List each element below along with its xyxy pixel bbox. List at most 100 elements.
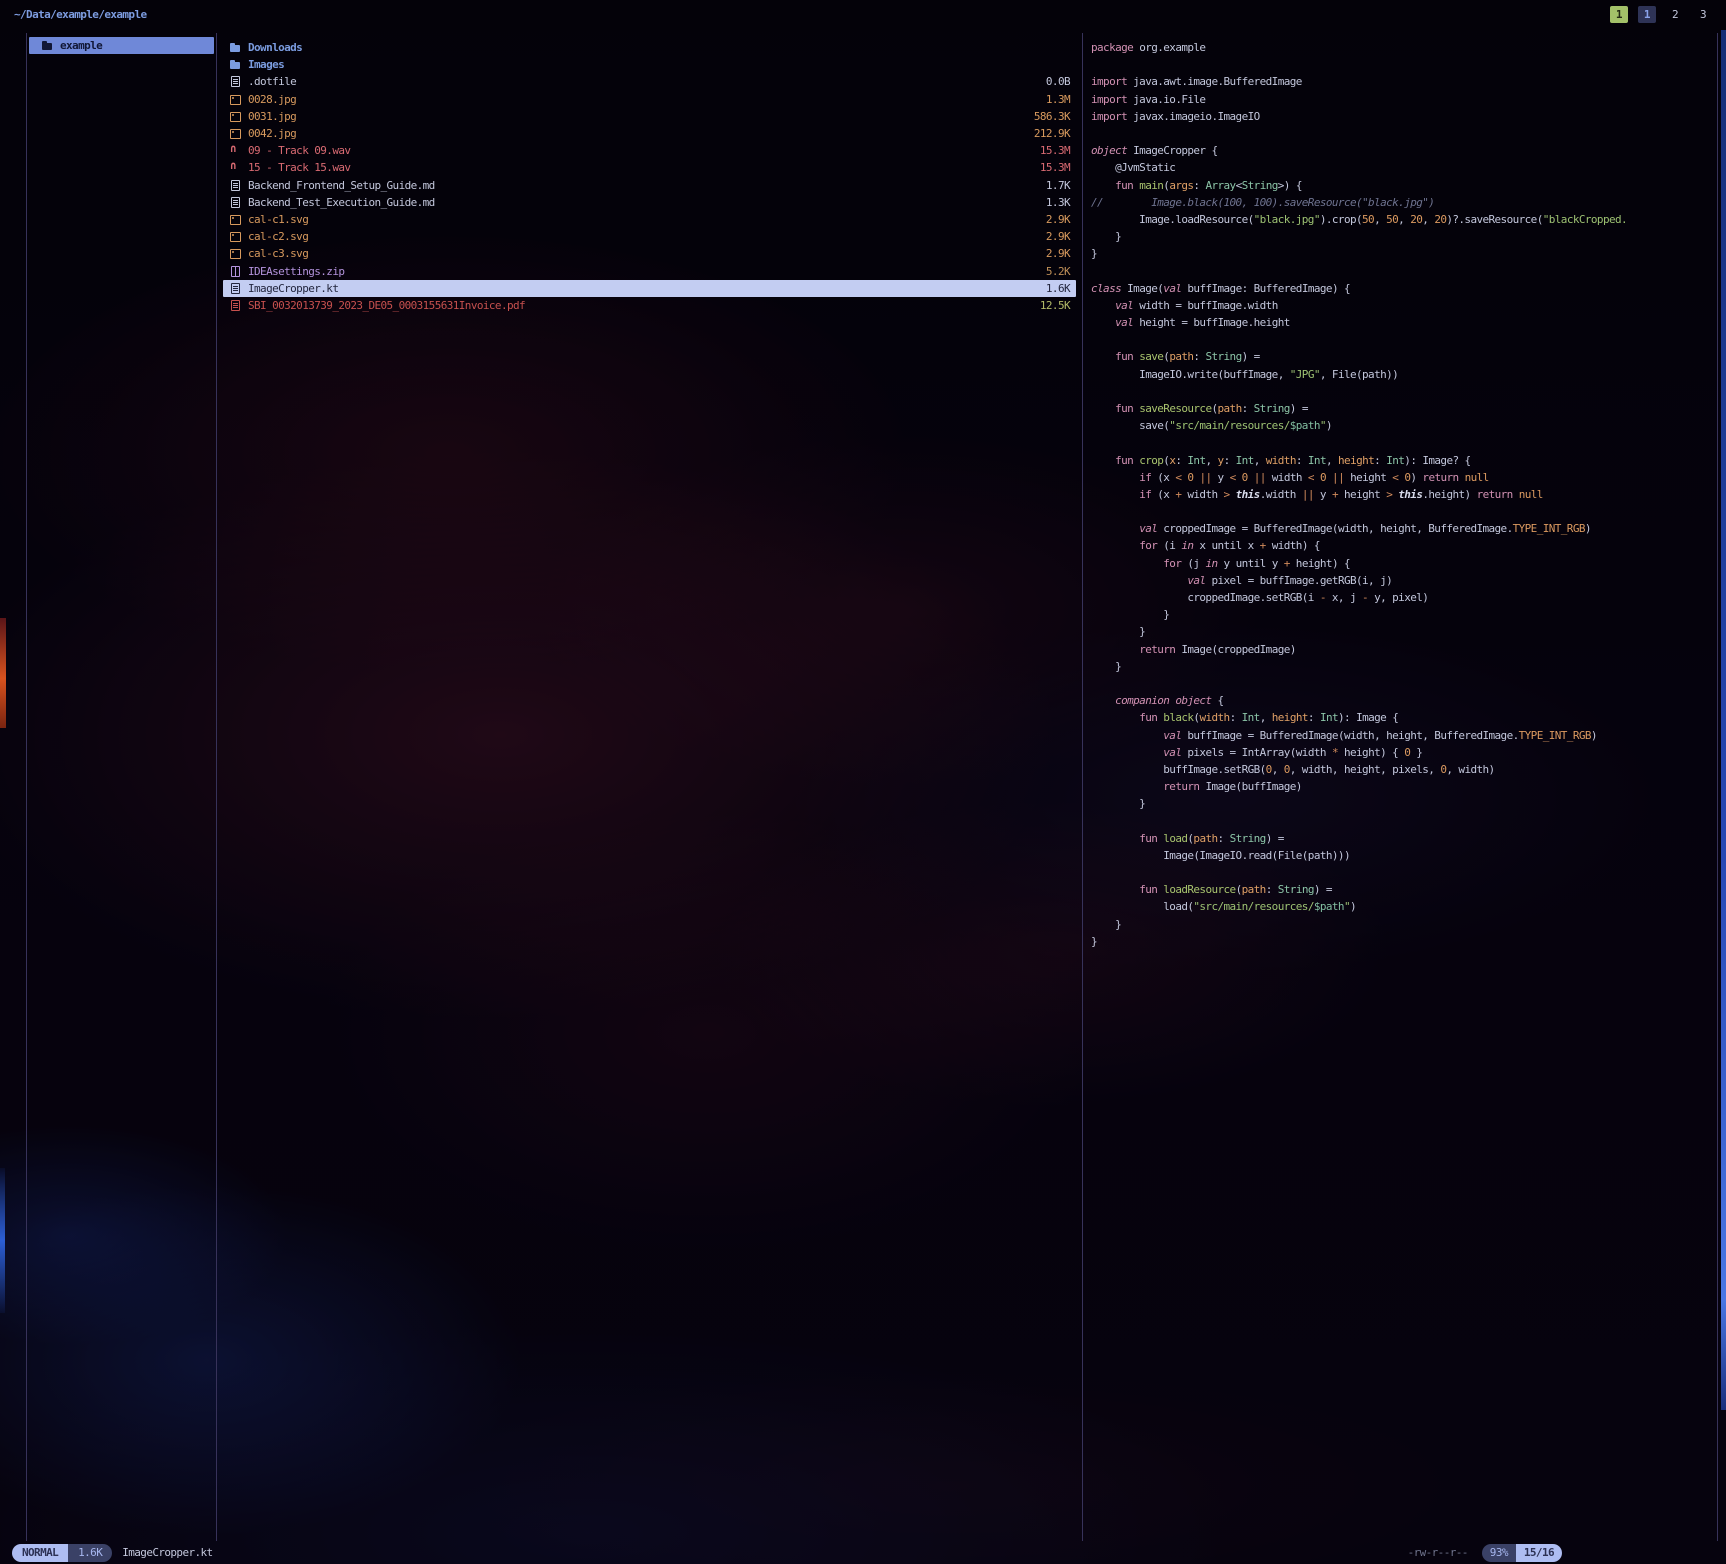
file-row[interactable]: .dotfile 0.0B xyxy=(223,73,1076,90)
file-row[interactable]: SBI_0032013739_2023_DE05_0003155631Invoi… xyxy=(223,297,1076,314)
file-row[interactable]: ImageCropper.kt 1.6K xyxy=(223,280,1076,297)
file-row[interactable]: 15 - Track 15.wav 15.3M xyxy=(223,159,1076,176)
image-icon xyxy=(229,247,242,260)
status-left: NORMAL 1.6K ImageCropper.kt xyxy=(12,1543,213,1562)
status-right: -rw-r--r-- 93% 15/16 xyxy=(1408,1543,1562,1562)
code-line: croppedImage.setRGB(i - x, j - y, pixel) xyxy=(1091,589,1717,606)
file-row[interactable]: Downloads xyxy=(223,39,1076,56)
code-line: // Image.black(100, 100).saveResource("b… xyxy=(1091,194,1717,211)
code-line: return Image(buffImage) xyxy=(1091,778,1717,795)
parent-dir-name: example xyxy=(60,39,102,52)
parent-dir-item[interactable]: example xyxy=(29,37,214,54)
code-line: import java.awt.image.BufferedImage xyxy=(1091,73,1717,90)
file-size: 15.3M xyxy=(1030,144,1070,157)
file-row[interactable]: 0031.jpg586.3K xyxy=(223,108,1076,125)
file-row[interactable]: 0028.jpg1.3M xyxy=(223,91,1076,108)
tab-4[interactable]: 3 xyxy=(1694,6,1712,23)
code-line: fun black(width: Int, height: Int): Imag… xyxy=(1091,709,1717,726)
code-line xyxy=(1091,812,1717,829)
code-line: fun saveResource(path: String) = xyxy=(1091,400,1717,417)
file-name: Images xyxy=(248,58,284,71)
file-size: 15.3M xyxy=(1030,161,1070,174)
file-size-indicator: 1.6K xyxy=(68,1544,112,1562)
file-name: cal-c3.svg xyxy=(248,247,308,260)
file-size: 2.9K xyxy=(1036,247,1070,260)
file-name: 15 - Track 15.wav xyxy=(248,161,350,174)
panes: example Downloads Images .dotfile 0.0B 0028.… xyxy=(26,33,1718,1541)
file-name: .dotfile xyxy=(248,75,296,88)
wallpaper-edge-orange xyxy=(0,618,6,728)
file-size: 1.7K xyxy=(1036,179,1070,192)
wallpaper-edge-blue-left xyxy=(0,1168,5,1313)
code-line: fun main(args: Array<String>) { xyxy=(1091,177,1717,194)
code-line: return Image(croppedImage) xyxy=(1091,641,1717,658)
code-line xyxy=(1091,331,1717,348)
image-icon xyxy=(229,213,242,226)
code-line: ImageIO.write(buffImage, "JPG", File(pat… xyxy=(1091,366,1717,383)
file-row[interactable]: IDEAsettings.zip5.2K xyxy=(223,262,1076,279)
file-size: 586.3K xyxy=(1024,110,1070,123)
code-line: val width = buffImage.width xyxy=(1091,297,1717,314)
code-line: if (x < 0 || y < 0 || width < 0 || heigh… xyxy=(1091,469,1717,486)
code-line: package org.example xyxy=(1091,39,1717,56)
mode-indicator: NORMAL xyxy=(12,1544,68,1562)
file-row[interactable]: 09 - Track 09.wav15.3M xyxy=(223,142,1076,159)
file-name: cal-c2.svg xyxy=(248,230,308,243)
file-name: cal-c1.svg xyxy=(248,213,308,226)
folder-download-icon xyxy=(229,41,242,54)
file-row[interactable]: Backend_Test_Execution_Guide.md1.3K xyxy=(223,194,1076,211)
image-icon xyxy=(229,110,242,123)
status-bar: NORMAL 1.6K ImageCropper.kt -rw-r--r-- 9… xyxy=(0,1543,1726,1563)
markdown-icon xyxy=(229,179,242,192)
file-row[interactable]: Images xyxy=(223,56,1076,73)
file-size: 12.5K xyxy=(1030,299,1070,312)
code-line: fun loadResource(path: String) = xyxy=(1091,881,1717,898)
code-line: for (j in y until y + height) { xyxy=(1091,555,1717,572)
current-file-name: ImageCropper.kt xyxy=(122,1546,212,1559)
code-line: val croppedImage = BufferedImage(width, … xyxy=(1091,520,1717,537)
file-row[interactable]: 0042.jpg212.9K xyxy=(223,125,1076,142)
code-line: if (x + width > this.width || y + height… xyxy=(1091,486,1717,503)
file-row[interactable]: Backend_Frontend_Setup_Guide.md1.7K xyxy=(223,177,1076,194)
file-size: 212.9K xyxy=(1024,127,1070,140)
code-line: class Image(val buffImage: BufferedImage… xyxy=(1091,280,1717,297)
file-row[interactable]: cal-c2.svg2.9K xyxy=(223,228,1076,245)
parent-pane: example xyxy=(26,33,217,1541)
code-line: fun load(path: String) = xyxy=(1091,830,1717,847)
code-line: save("src/main/resources/$path") xyxy=(1091,417,1717,434)
code-line: Image.loadResource("black.jpg").crop(50,… xyxy=(1091,211,1717,228)
file-name: 0028.jpg xyxy=(248,93,296,106)
code-line: } xyxy=(1091,658,1717,675)
file-row[interactable]: cal-c1.svg2.9K xyxy=(223,211,1076,228)
image-icon xyxy=(229,93,242,106)
preview-pane[interactable]: package org.example import java.awt.imag… xyxy=(1083,33,1718,1541)
terminal-screen: ~/Data/example/example 1123 example Down… xyxy=(0,0,1726,1564)
audio-icon xyxy=(229,144,242,157)
file-name: ImageCropper.kt xyxy=(248,282,338,295)
code-line xyxy=(1091,675,1717,692)
code-line xyxy=(1091,503,1717,520)
code-line: val pixels = IntArray(width * height) { … xyxy=(1091,744,1717,761)
code-line: for (i in x until x + width) { xyxy=(1091,537,1717,554)
code-line: load("src/main/resources/$path") xyxy=(1091,898,1717,915)
tab-2[interactable]: 1 xyxy=(1638,6,1656,23)
file-permissions: -rw-r--r-- xyxy=(1408,1546,1468,1559)
code-line: companion object { xyxy=(1091,692,1717,709)
code-line: val height = buffImage.height xyxy=(1091,314,1717,331)
file-size: 0.0B xyxy=(1036,75,1070,88)
file-size: 1.6K xyxy=(1036,282,1070,295)
file-row[interactable]: cal-c3.svg 2.9K xyxy=(223,245,1076,262)
code-line: @JvmStatic xyxy=(1091,159,1717,176)
top-bar: ~/Data/example/example 1123 xyxy=(0,0,1726,30)
file-list: DownloadsImages.dotfile0.0B0028.jpg1.3M0… xyxy=(217,33,1082,314)
code-icon xyxy=(229,282,242,295)
code-line: fun save(path: String) = xyxy=(1091,348,1717,365)
code-line: val pixel = buffImage.getRGB(i, j) xyxy=(1091,572,1717,589)
audio-icon xyxy=(229,161,242,174)
folder-icon xyxy=(41,39,54,52)
file-name: SBI_0032013739_2023_DE05_0003155631Invoi… xyxy=(248,299,525,312)
tab-1[interactable]: 1 xyxy=(1610,6,1628,23)
file-name: IDEAsettings.zip xyxy=(248,265,344,278)
tab-3[interactable]: 2 xyxy=(1666,6,1684,23)
code-line xyxy=(1091,383,1717,400)
